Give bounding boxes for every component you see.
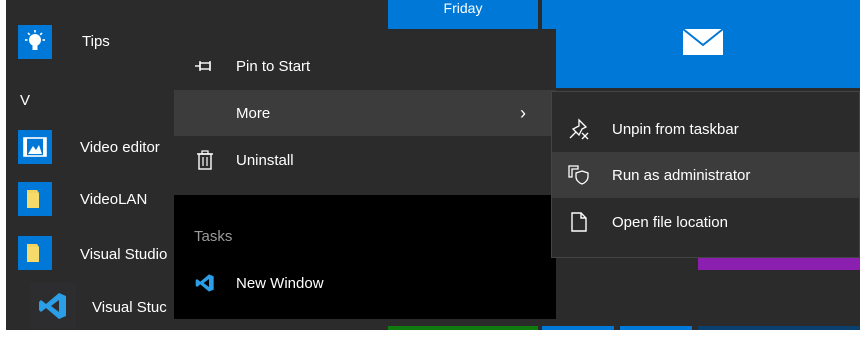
menu-item-label: More xyxy=(236,104,271,122)
mail-icon xyxy=(675,21,731,61)
submenu-item-open-file-location[interactable]: Open file location xyxy=(552,199,859,245)
menu-item-uninstall[interactable]: Uninstall xyxy=(174,137,556,183)
context-menu: Pin to Start More › Uninstall Tasks New … xyxy=(174,29,556,319)
vscode-icon xyxy=(194,272,216,294)
app-label-videolan: VideoLAN xyxy=(80,191,148,208)
unpin-icon xyxy=(568,118,590,140)
purple-tile[interactable] xyxy=(698,258,860,270)
app-label-video-editor: Video editor xyxy=(80,139,160,156)
group-letter[interactable]: V xyxy=(20,92,30,109)
folder-icon xyxy=(18,236,52,270)
bottom-edge xyxy=(0,330,860,338)
vscode-icon xyxy=(30,283,76,329)
menu-item-more[interactable]: More › xyxy=(174,90,556,136)
menu-item-label: Pin to Start xyxy=(236,57,311,75)
app-item-visual-studio[interactable]: Visual Studio xyxy=(6,228,180,280)
submenu-item-unpin-from-taskbar[interactable]: Unpin from taskbar xyxy=(552,106,859,152)
trash-icon xyxy=(194,149,216,171)
pin-icon xyxy=(194,55,216,77)
lightbulb-icon xyxy=(18,25,52,59)
start-menu: Tips V Video editor VideoLAN Visual Stud… xyxy=(6,0,860,338)
submenu-item-label: Run as administrator xyxy=(612,166,751,184)
app-label-visual-studio-code: Visual Stuc xyxy=(92,299,167,316)
mail-tile[interactable] xyxy=(542,0,860,88)
menu-item-new-window[interactable]: New Window xyxy=(174,260,556,306)
tasks-section-label: Tasks xyxy=(194,228,233,245)
menu-item-label: Uninstall xyxy=(236,151,294,169)
chevron-right-icon: › xyxy=(520,102,526,123)
run-as-admin-icon xyxy=(568,164,590,186)
submenu-item-label: Unpin from taskbar xyxy=(612,120,739,138)
file-icon xyxy=(568,211,590,233)
submenu: Unpin from taskbar Run as administrator … xyxy=(551,91,860,258)
submenu-item-run-as-administrator[interactable]: Run as administrator xyxy=(552,152,859,198)
folder-icon xyxy=(18,182,52,216)
app-item-visual-studio-code[interactable]: Visual Stuc xyxy=(6,280,180,332)
submenu-item-label: Open file location xyxy=(612,213,728,231)
app-label-tips: Tips xyxy=(82,33,110,50)
app-label-visual-studio: Visual Studio xyxy=(80,246,168,263)
app-item-video-editor[interactable]: Video editor xyxy=(6,122,180,174)
app-item-videolan[interactable]: VideoLAN xyxy=(6,174,180,226)
menu-item-label: New Window xyxy=(236,274,324,292)
app-item-tips[interactable]: Tips xyxy=(6,16,180,68)
video-editor-icon xyxy=(18,130,52,164)
menu-item-pin-to-start[interactable]: Pin to Start xyxy=(174,43,556,89)
calendar-day-label: Friday xyxy=(443,0,483,16)
